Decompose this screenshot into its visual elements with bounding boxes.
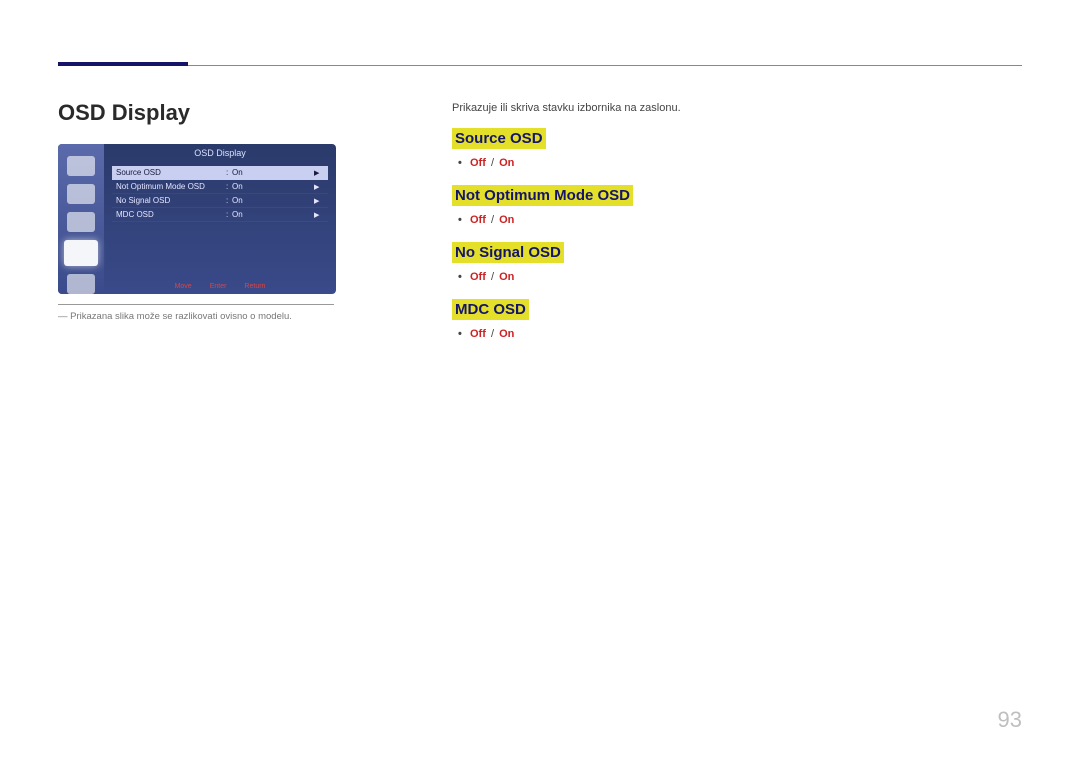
- page-number: 93: [998, 707, 1022, 733]
- option-on: On: [499, 157, 514, 169]
- right-column: Prikazuje ili skriva stavku izbornika na…: [452, 102, 922, 356]
- header-divider: [58, 65, 1022, 66]
- osd-panel-body: Source OSD : On ▶ Not Optimum Mode OSD :…: [112, 166, 328, 222]
- setting-heading-mdc-osd: MDC OSD: [452, 299, 529, 320]
- osd-row-label: Source OSD: [116, 168, 226, 177]
- header-accent-bar: [58, 62, 188, 66]
- osd-menu-screenshot: OSD Display Source OSD : On ▶ Not Optimu…: [58, 144, 336, 294]
- osd-row: Not Optimum Mode OSD : On ▶: [112, 180, 328, 194]
- note-prefix: ―: [58, 311, 68, 322]
- section-title: OSD Display: [58, 100, 338, 126]
- option-on: On: [499, 271, 514, 283]
- option-off: Off: [470, 157, 486, 169]
- option-off: Off: [470, 328, 486, 340]
- osd-row: MDC OSD : On ▶: [112, 208, 328, 222]
- option-on: On: [499, 214, 514, 226]
- left-column: OSD Display OSD Display Source OSD : On …: [58, 100, 338, 322]
- setting-options: Off / On: [452, 271, 922, 283]
- osd-row-arrow-icon: ▶: [314, 169, 324, 177]
- osd-row-label: No Signal OSD: [116, 196, 226, 205]
- setting-heading-not-optimum: Not Optimum Mode OSD: [452, 185, 633, 206]
- osd-icon: [67, 184, 95, 204]
- option-on: On: [499, 328, 514, 340]
- osd-row: No Signal OSD : On ▶: [112, 194, 328, 208]
- osd-panel-title: OSD Display: [104, 148, 336, 161]
- setting-options: Off / On: [452, 214, 922, 226]
- screenshot-note: ― Prikazana slika može se razlikovati ov…: [58, 311, 338, 322]
- setting-heading-source-osd: Source OSD: [452, 128, 546, 149]
- osd-icon: [67, 274, 95, 294]
- osd-row-arrow-icon: ▶: [314, 197, 324, 205]
- osd-row-arrow-icon: ▶: [314, 211, 324, 219]
- note-text: Prikazana slika može se razlikovati ovis…: [70, 311, 292, 322]
- intro-text: Prikazuje ili skriva stavku izbornika na…: [452, 102, 922, 114]
- note-divider: [58, 304, 334, 305]
- option-off: Off: [470, 214, 486, 226]
- osd-row-arrow-icon: ▶: [314, 183, 324, 191]
- setting-options: Off / On: [452, 328, 922, 340]
- osd-icon-selected: [64, 240, 98, 266]
- osd-row-label: MDC OSD: [116, 210, 226, 219]
- osd-footer-return: Return: [244, 283, 265, 290]
- osd-row-value: On: [232, 196, 314, 205]
- osd-icon: [67, 156, 95, 176]
- osd-row-selected: Source OSD : On ▶: [112, 166, 328, 180]
- option-off: Off: [470, 271, 486, 283]
- setting-heading-no-signal: No Signal OSD: [452, 242, 564, 263]
- osd-row-label: Not Optimum Mode OSD: [116, 182, 226, 191]
- osd-footer-move: Move: [175, 283, 192, 290]
- osd-footer-enter: Enter: [210, 283, 227, 290]
- osd-row-value: On: [232, 210, 314, 219]
- osd-footer: Move Enter Return: [104, 283, 336, 290]
- setting-options: Off / On: [452, 157, 922, 169]
- osd-row-value: On: [232, 168, 314, 177]
- osd-icon: [67, 212, 95, 232]
- osd-icon-strip: [58, 144, 104, 294]
- osd-row-value: On: [232, 182, 314, 191]
